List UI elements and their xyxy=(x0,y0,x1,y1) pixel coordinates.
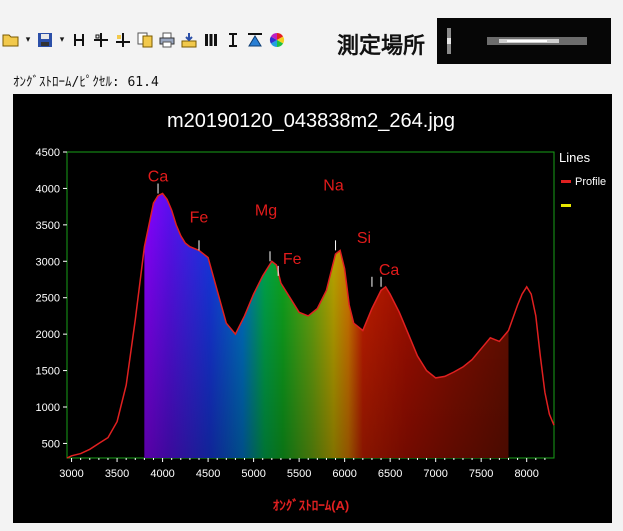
x-tick-label: 6000 xyxy=(332,468,356,480)
x-tick-label: 8000 xyxy=(514,468,538,480)
location-label: 測定場所 xyxy=(337,34,426,59)
y-tick-label: 3000 xyxy=(36,256,60,268)
x-tick-label: 5500 xyxy=(287,468,311,480)
x-tick-label: 4000 xyxy=(150,468,174,480)
x-axis-label: ｵﾝｸﾞｽﾄﾛｰﾑ(A) xyxy=(273,498,350,513)
x-tick-label: 7500 xyxy=(469,468,493,480)
x-tick-label: 6500 xyxy=(378,468,402,480)
copy-icon[interactable] xyxy=(136,30,154,50)
y-tick-label: 3500 xyxy=(36,220,60,232)
spectrum-fill-group xyxy=(144,193,509,458)
y-tick-label: 1500 xyxy=(36,366,60,378)
color-wheel-icon[interactable] xyxy=(268,30,286,50)
calibrate-icon[interactable] xyxy=(114,30,132,50)
y-tick-label: 2500 xyxy=(36,293,60,305)
print-icon[interactable] xyxy=(158,30,176,50)
crosshair-icon[interactable] xyxy=(92,30,110,50)
x-tick-label: 4500 xyxy=(196,468,220,480)
dropdown-arrow-icon[interactable]: ▾ xyxy=(24,30,32,50)
annotation-label: Mg xyxy=(255,202,277,219)
open-folder-icon[interactable] xyxy=(2,30,20,50)
x-tick-label: 7000 xyxy=(423,468,447,480)
annotation-label: Fe xyxy=(283,251,302,268)
toolbar-icons: ▾ ▾ xyxy=(2,26,286,54)
x-tick-label: 3500 xyxy=(105,468,129,480)
spectrum-chart: m20190120_043838m2_264.jpg 500 1000 1500 20… xyxy=(13,94,612,523)
plot-area: 500 1000 1500 2000 2500 3000 3500 4000 4500 3000 3… xyxy=(36,147,555,480)
bars-icon[interactable] xyxy=(202,30,220,50)
y-tick-label: 4000 xyxy=(36,183,60,195)
legend-swatch-second xyxy=(561,204,571,207)
y-tick-label: 4500 xyxy=(36,147,60,159)
legend-swatch-profile xyxy=(561,180,571,183)
triangle-marker-icon[interactable] xyxy=(246,30,264,50)
status-readout: ｵﾝｸﾞｽﾄﾛｰﾑ/ﾋﾟｸｾﾙ: 61.4 xyxy=(13,75,159,90)
y-tick-label: 500 xyxy=(42,438,60,450)
y-tick-label: 2000 xyxy=(36,329,60,341)
y-tick-label: 1000 xyxy=(36,402,60,414)
dropdown-arrow-icon[interactable]: ▾ xyxy=(58,30,66,50)
export-icon[interactable] xyxy=(180,30,198,50)
save-disk-icon[interactable] xyxy=(36,30,54,50)
vertical-marker-icon[interactable] xyxy=(224,30,242,50)
annotation-label: Na xyxy=(323,177,344,194)
annotation-label: Fe xyxy=(190,209,209,226)
annotation-label: Ca xyxy=(148,169,169,186)
x-tick-label: 3000 xyxy=(59,468,83,480)
spectrum-thumbnail xyxy=(437,18,611,64)
legend-title: Lines xyxy=(559,150,591,165)
annotation-label: Si xyxy=(357,230,371,247)
horizontal-flip-icon[interactable] xyxy=(70,30,88,50)
chart-svg: m20190120_043838m2_264.jpg 500 1000 1500 20… xyxy=(36,110,607,513)
legend-label-profile: Profile xyxy=(575,176,606,188)
x-tick-label: 5000 xyxy=(241,468,265,480)
toolbar: ▾ ▾ 測定場所 xyxy=(0,0,623,66)
annotation-label: Ca xyxy=(379,262,400,279)
spectrum-shade xyxy=(144,193,509,458)
chart-title: m20190120_043838m2_264.jpg xyxy=(167,110,455,132)
